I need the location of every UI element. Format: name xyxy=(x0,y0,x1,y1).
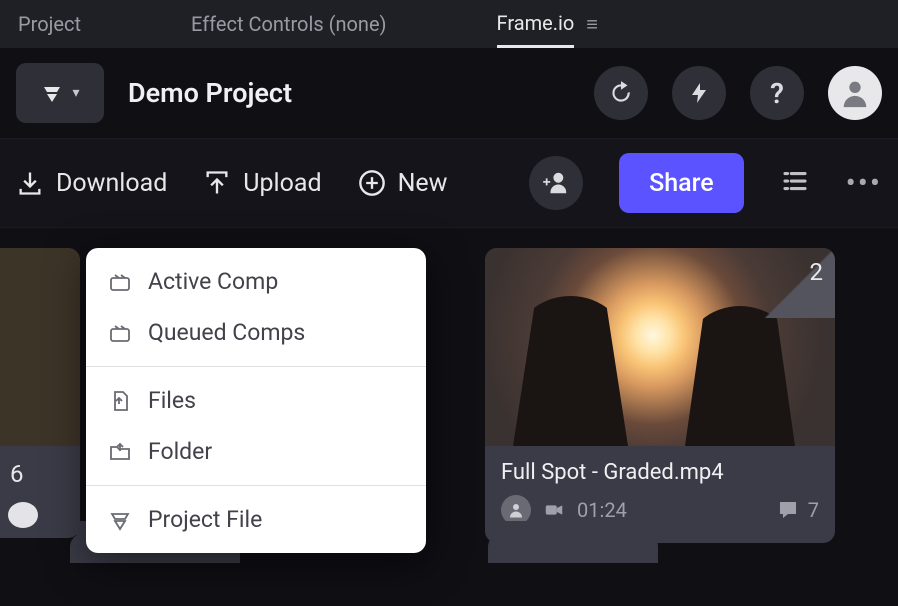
user-avatar[interactable] xyxy=(828,66,882,120)
reload-button[interactable] xyxy=(594,66,648,120)
new-menu: Active Comp Queued Comps Files Folder Pr… xyxy=(86,248,426,553)
help-button[interactable]: ? xyxy=(750,66,804,120)
panel-menu-icon[interactable]: ≡ xyxy=(586,12,598,37)
file-upload-icon xyxy=(108,389,132,413)
comment-icon xyxy=(776,498,800,522)
thumbnail-full-spot: 2 xyxy=(485,248,835,446)
tab-project[interactable]: Project xyxy=(18,2,81,46)
new-button[interactable]: New xyxy=(358,169,448,198)
thumbnail-partial xyxy=(0,248,80,446)
video-icon xyxy=(543,499,565,521)
asset-card-partial[interactable]: 6 xyxy=(0,248,80,538)
project-file-icon xyxy=(108,508,132,532)
frameio-logo-icon xyxy=(40,81,64,105)
tab-effect-controls[interactable]: Effect Controls (none) xyxy=(191,2,387,46)
person-icon xyxy=(838,76,872,110)
download-icon xyxy=(16,169,44,197)
share-button[interactable]: Share xyxy=(619,153,744,213)
reload-icon xyxy=(608,80,634,106)
ellipsis-icon: ••• xyxy=(846,166,882,201)
panel-tab-bar: Project Effect Controls (none) Frame.io … xyxy=(0,0,898,48)
menu-item-project-file[interactable]: Project File xyxy=(86,494,426,545)
version-badge: 2 xyxy=(765,248,835,318)
menu-item-files[interactable]: Files xyxy=(86,375,426,426)
chevron-down-icon: ▾ xyxy=(72,85,79,101)
menu-item-folder[interactable]: Folder xyxy=(86,426,426,477)
header-bar: ▾ Demo Project ? xyxy=(0,48,898,138)
project-title: Demo Project xyxy=(128,77,570,109)
lightning-icon xyxy=(687,81,711,105)
menu-item-queued-comps[interactable]: Queued Comps xyxy=(86,307,426,358)
upload-button[interactable]: Upload xyxy=(203,169,321,198)
menu-item-active-comp[interactable]: Active Comp xyxy=(86,256,426,307)
download-button[interactable]: Download xyxy=(16,169,167,198)
comment-count-label: 7 xyxy=(808,498,819,522)
project-dropdown[interactable]: ▾ xyxy=(16,63,104,123)
add-person-icon xyxy=(542,169,570,197)
list-icon xyxy=(780,166,810,196)
duration-label: 01:24 xyxy=(577,498,627,522)
folder-stub[interactable] xyxy=(488,533,658,563)
question-icon: ? xyxy=(770,77,784,110)
plus-circle-icon xyxy=(358,169,386,197)
action-toolbar: Download Upload New Share ••• xyxy=(0,138,898,228)
upload-icon xyxy=(203,169,231,197)
tab-frameio[interactable]: Frame.io xyxy=(497,1,575,48)
add-person-button[interactable] xyxy=(529,156,583,210)
asset-title: Full Spot - Graded.mp4 xyxy=(501,460,819,485)
comp-icon xyxy=(108,321,132,345)
comment-bubble-icon xyxy=(8,502,38,528)
folder-upload-icon xyxy=(108,440,132,464)
more-options-button[interactable]: ••• xyxy=(846,166,882,201)
lightning-button[interactable] xyxy=(672,66,726,120)
partial-label: 6 xyxy=(0,446,80,502)
asset-card-full-spot[interactable]: 2 Full Spot - Graded.mp4 01:24 7 xyxy=(485,248,835,543)
list-view-button[interactable] xyxy=(780,166,810,200)
comp-icon xyxy=(108,270,132,294)
